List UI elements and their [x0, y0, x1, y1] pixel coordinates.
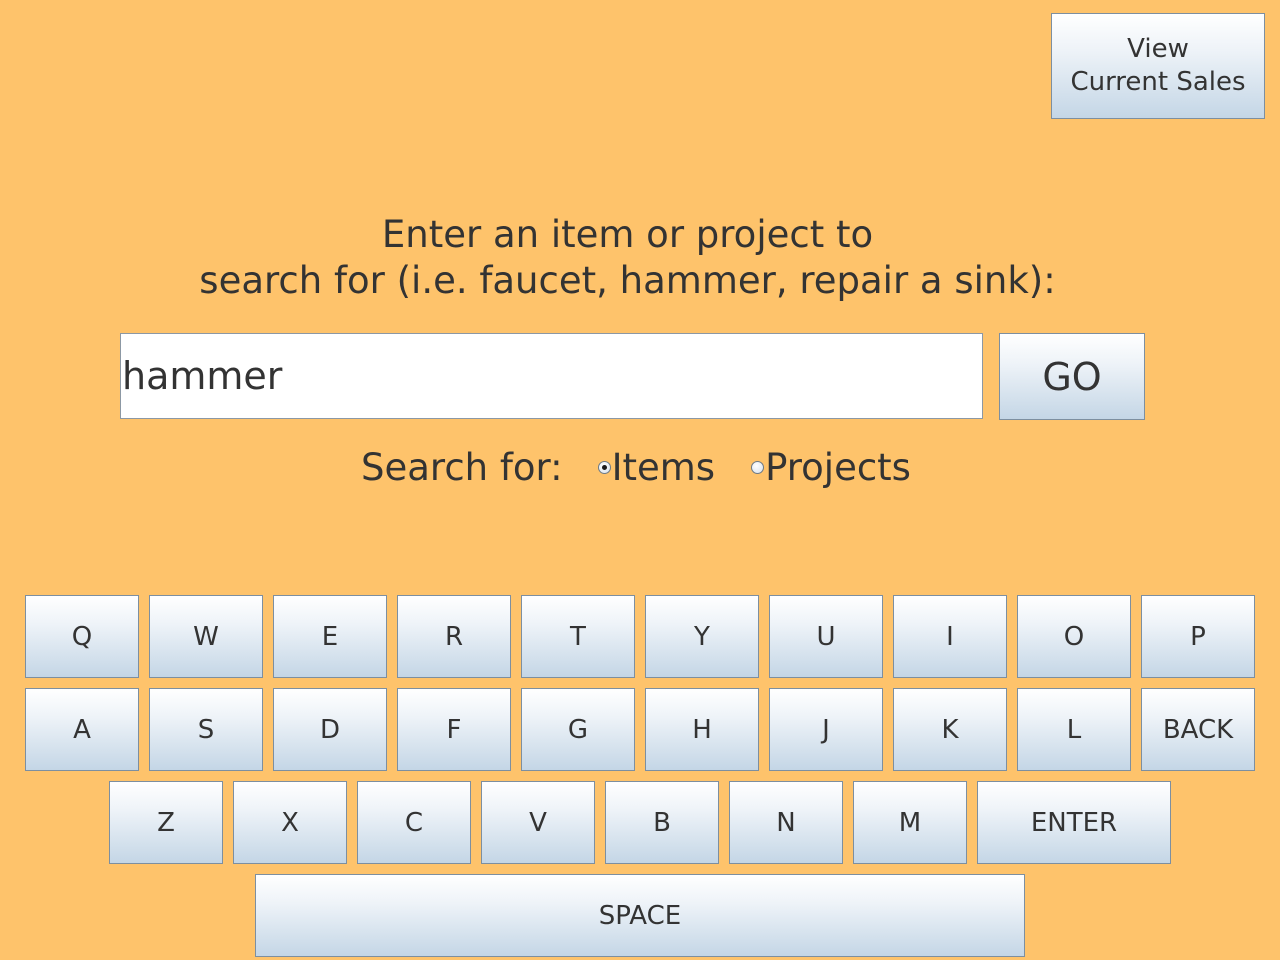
go-button-label: GO: [1042, 354, 1102, 399]
key-o[interactable]: O: [1017, 595, 1131, 678]
key-t[interactable]: T: [521, 595, 635, 678]
view-current-sales-button[interactable]: View Current Sales: [1051, 13, 1265, 119]
radio-items-label: Items: [611, 445, 716, 489]
key-u[interactable]: U: [769, 595, 883, 678]
key-back[interactable]: BACK: [1141, 688, 1255, 771]
search-for-label: Search for:: [361, 445, 563, 489]
radio-items[interactable]: Items: [597, 445, 716, 489]
key-f[interactable]: F: [397, 688, 511, 771]
key-g[interactable]: G: [521, 688, 635, 771]
radio-projects[interactable]: Projects: [751, 446, 911, 489]
key-d[interactable]: D: [273, 688, 387, 771]
key-p[interactable]: P: [1141, 595, 1255, 678]
key-space[interactable]: SPACE: [255, 874, 1025, 957]
key-r[interactable]: R: [397, 595, 511, 678]
view-current-sales-label-line2: Current Sales: [1070, 67, 1246, 97]
search-prompt: Enter an item or project to search for (…: [0, 212, 1255, 304]
key-q[interactable]: Q: [25, 595, 139, 678]
search-prompt-line1: Enter an item or project to: [381, 213, 874, 256]
key-w[interactable]: W: [149, 595, 263, 678]
key-x[interactable]: X: [233, 781, 347, 864]
key-k[interactable]: K: [893, 688, 1007, 771]
key-i[interactable]: I: [893, 595, 1007, 678]
key-j[interactable]: J: [769, 688, 883, 771]
key-a[interactable]: A: [25, 688, 139, 771]
search-input[interactable]: [120, 333, 983, 419]
key-h[interactable]: H: [645, 688, 759, 771]
key-z[interactable]: Z: [109, 781, 223, 864]
key-m[interactable]: M: [853, 781, 967, 864]
search-type-group: Search for: Items Projects: [361, 444, 911, 490]
key-b[interactable]: B: [605, 781, 719, 864]
go-button[interactable]: GO: [999, 333, 1145, 420]
key-n[interactable]: N: [729, 781, 843, 864]
radio-projects-button[interactable]: [751, 460, 765, 474]
radio-items-button[interactable]: [597, 460, 611, 474]
radio-projects-label: Projects: [765, 445, 911, 489]
key-v[interactable]: V: [481, 781, 595, 864]
view-current-sales-label-line1: View: [1127, 34, 1189, 64]
key-c[interactable]: C: [357, 781, 471, 864]
search-prompt-line2: search for (i.e. faucet, hammer, repair …: [199, 259, 1056, 302]
key-y[interactable]: Y: [645, 595, 759, 678]
key-e[interactable]: E: [273, 595, 387, 678]
key-s[interactable]: S: [149, 688, 263, 771]
key-l[interactable]: L: [1017, 688, 1131, 771]
key-enter[interactable]: ENTER: [977, 781, 1171, 864]
